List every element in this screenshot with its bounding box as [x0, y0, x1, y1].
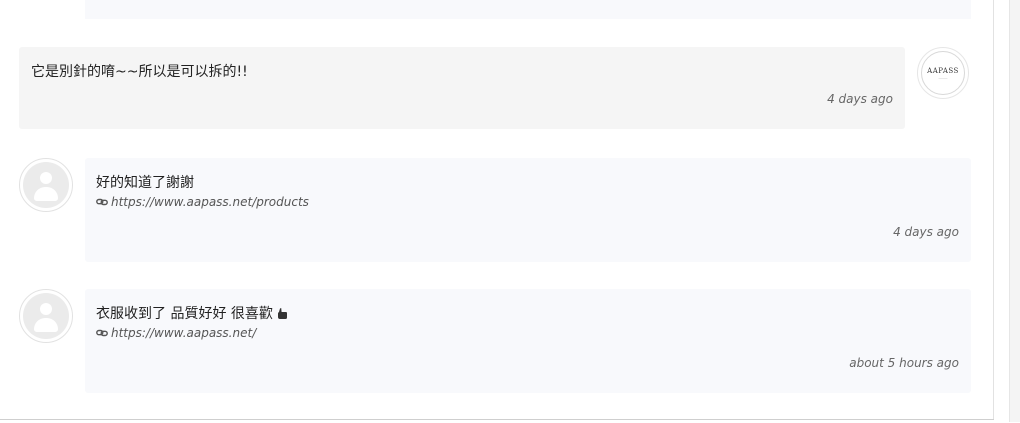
user-avatar-icon [23, 162, 69, 208]
scrollbar[interactable] [1009, 0, 1020, 422]
comment-link-url: https://www.aapass.net/products [111, 195, 309, 209]
link-icon [96, 198, 108, 206]
comment-link[interactable]: https://www.aapass.net/products [96, 195, 309, 209]
user-avatar[interactable] [19, 158, 73, 212]
comment-bubble-admin: 它是別針的唷~~所以是可以拆的!! 4 days ago [19, 47, 905, 129]
comment-timestamp: about 5 hours ago [849, 356, 959, 370]
thumbs-up-icon [277, 308, 287, 319]
previous-comment-bubble [85, 0, 971, 19]
store-logo-underline: ――― [938, 75, 948, 80]
store-logo-text: AAPASS [927, 66, 959, 75]
comment-text: 好的知道了謝謝 [96, 175, 194, 191]
comment-timestamp: 4 days ago [893, 225, 959, 239]
user-avatar-icon [23, 293, 69, 339]
comment-bubble-user: 衣服收到了 品質好好 很喜歡 https://www.aapass.net/ a… [85, 289, 971, 393]
comment-text: 衣服收到了 品質好好 很喜歡 [96, 306, 273, 322]
comment-text-wrapper: 衣服收到了 品質好好 很喜歡 [96, 303, 288, 323]
comment-text: 它是別針的唷~~所以是可以拆的!! [31, 64, 248, 80]
user-avatar[interactable] [19, 289, 73, 343]
comment-timestamp: 4 days ago [827, 92, 893, 106]
comment-link[interactable]: https://www.aapass.net/ [96, 326, 256, 340]
content-divider [993, 0, 994, 422]
comment-bubble-user: 好的知道了謝謝 https://www.aapass.net/products … [85, 158, 971, 262]
link-icon [96, 329, 108, 337]
store-logo: AAPASS ――― [921, 51, 965, 95]
section-divider [0, 419, 994, 423]
comment-link-url: https://www.aapass.net/ [111, 326, 257, 340]
admin-avatar[interactable]: AAPASS ――― [917, 47, 969, 99]
